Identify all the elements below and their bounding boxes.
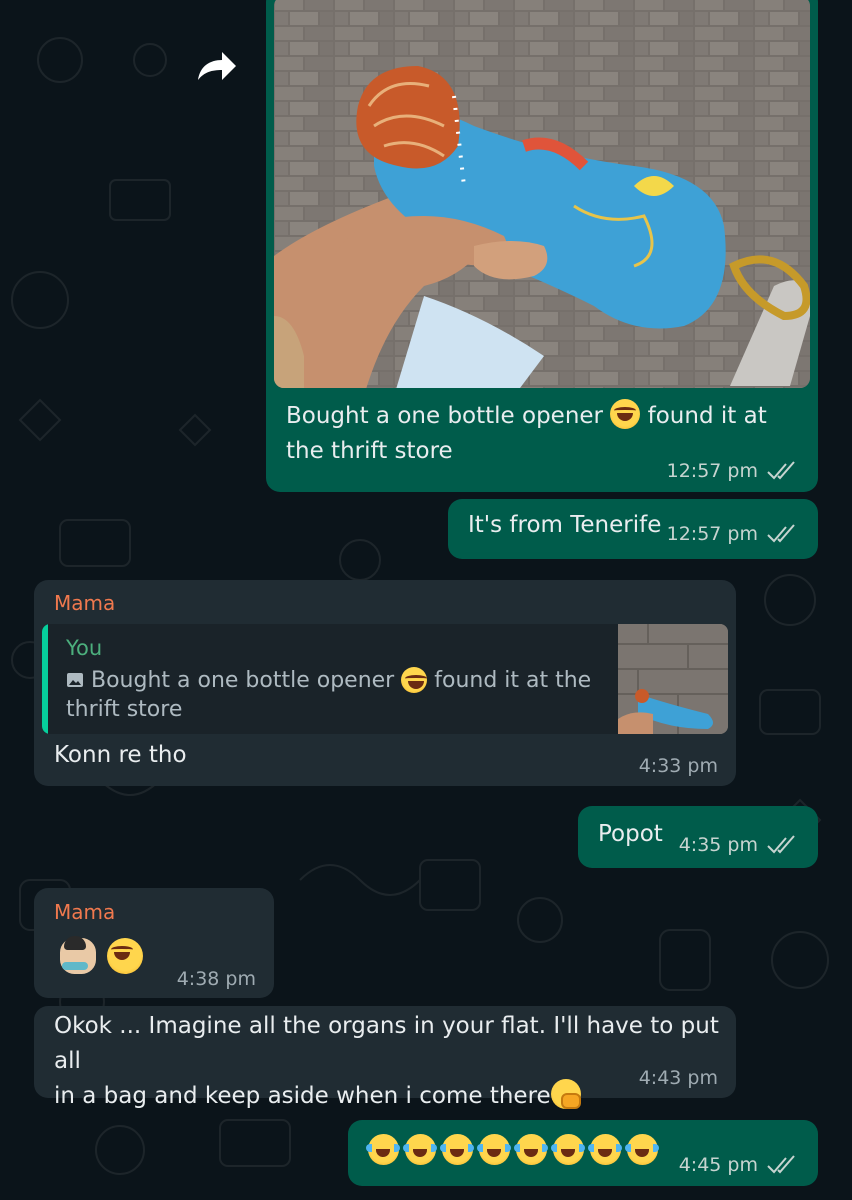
crying-laughing-emoji [514, 1134, 548, 1165]
crying-laughing-emoji [551, 1134, 585, 1165]
crying-laughing-emoji [440, 1134, 474, 1165]
message-meta: 12:57 pm [667, 460, 798, 482]
message-meta: 4:45 pm [679, 1154, 798, 1176]
rolling-laughing-emoji [610, 399, 641, 429]
message-meta: 4:43 pm [639, 1067, 718, 1089]
double-check-icon [767, 835, 795, 854]
message-text: Okok ... Imagine all the organs in your … [54, 1009, 724, 1114]
message-time: 4:43 pm [638, 1067, 718, 1089]
crying-laughing-emoji [477, 1134, 511, 1165]
photo-content [274, 0, 810, 388]
sender-name: Mama [54, 591, 116, 615]
crying-laughing-emoji [625, 1134, 659, 1165]
message-text-part: in a bag and keep aside when i come ther… [54, 1083, 551, 1109]
message-text: Popot [598, 821, 663, 847]
forward-icon [198, 52, 236, 80]
message-time: 4:38 pm [176, 968, 256, 990]
message-meta: 4:35 pm [679, 834, 798, 856]
message-time: 4:33 pm [638, 755, 718, 777]
double-check-icon [767, 461, 795, 480]
message-outgoing[interactable]: 4:45 pm [348, 1120, 818, 1186]
quote-text-part: Bought a one bottle opener [91, 668, 395, 693]
message-emojis [60, 936, 144, 974]
crying-laughing-emoji [403, 1134, 437, 1165]
hand-over-mouth-emoji [550, 1079, 581, 1109]
message-incoming[interactable]: Mama 4:38 pm [34, 888, 274, 998]
message-text-part: Bought a one bottle opener [286, 403, 604, 429]
quote-author: You [66, 636, 103, 660]
message-line: Okok ... Imagine all the organs in your … [54, 1013, 719, 1074]
shared-photo[interactable] [274, 0, 810, 388]
crying-laughing-emoji [588, 1134, 622, 1165]
message-text: Konn re tho [54, 742, 187, 768]
quote-bar [42, 624, 48, 734]
message-incoming-reply[interactable]: Mama You Bought a one bottle opener foun… [34, 580, 736, 786]
message-line: in a bag and keep aside when i come ther… [54, 1079, 724, 1114]
quote-text: Bought a one bottle opener found it at t… [66, 666, 596, 724]
message-meta: 12:57 pm [667, 523, 798, 545]
message-outgoing[interactable]: Popot 4:35 pm [578, 806, 818, 868]
message-time: 4:45 pm [678, 1154, 758, 1176]
message-incoming[interactable]: Okok ... Imagine all the organs in your … [34, 1006, 736, 1109]
message-outgoing[interactable]: It's from Tenerife 12:57 pm [448, 499, 818, 559]
photo-icon [67, 673, 83, 687]
message-emojis [366, 1134, 659, 1165]
quoted-message[interactable]: You Bought a one bottle opener found it … [42, 624, 728, 734]
message-meta: 4:38 pm [177, 968, 256, 990]
facepalm-emoji [60, 936, 96, 974]
crying-laughing-emoji [366, 1134, 400, 1165]
double-check-icon [767, 1155, 795, 1174]
double-check-icon [767, 524, 795, 543]
rolling-laughing-emoji [107, 938, 144, 974]
message-time: 12:57 pm [666, 460, 758, 482]
message-outgoing-photo[interactable]: Bought a one bottle opener found it at t… [266, 0, 818, 492]
quote-thumbnail [618, 624, 728, 734]
message-meta: 4:33 pm [639, 755, 718, 777]
sender-name: Mama [54, 900, 116, 924]
rolling-laughing-emoji [401, 667, 428, 693]
message-time: 12:57 pm [666, 523, 758, 545]
message-time: 4:35 pm [678, 834, 758, 856]
message-text: It's from Tenerife [468, 512, 662, 538]
message-text: Bought a one bottle opener found it at t… [286, 399, 796, 469]
forward-button[interactable] [192, 46, 240, 86]
